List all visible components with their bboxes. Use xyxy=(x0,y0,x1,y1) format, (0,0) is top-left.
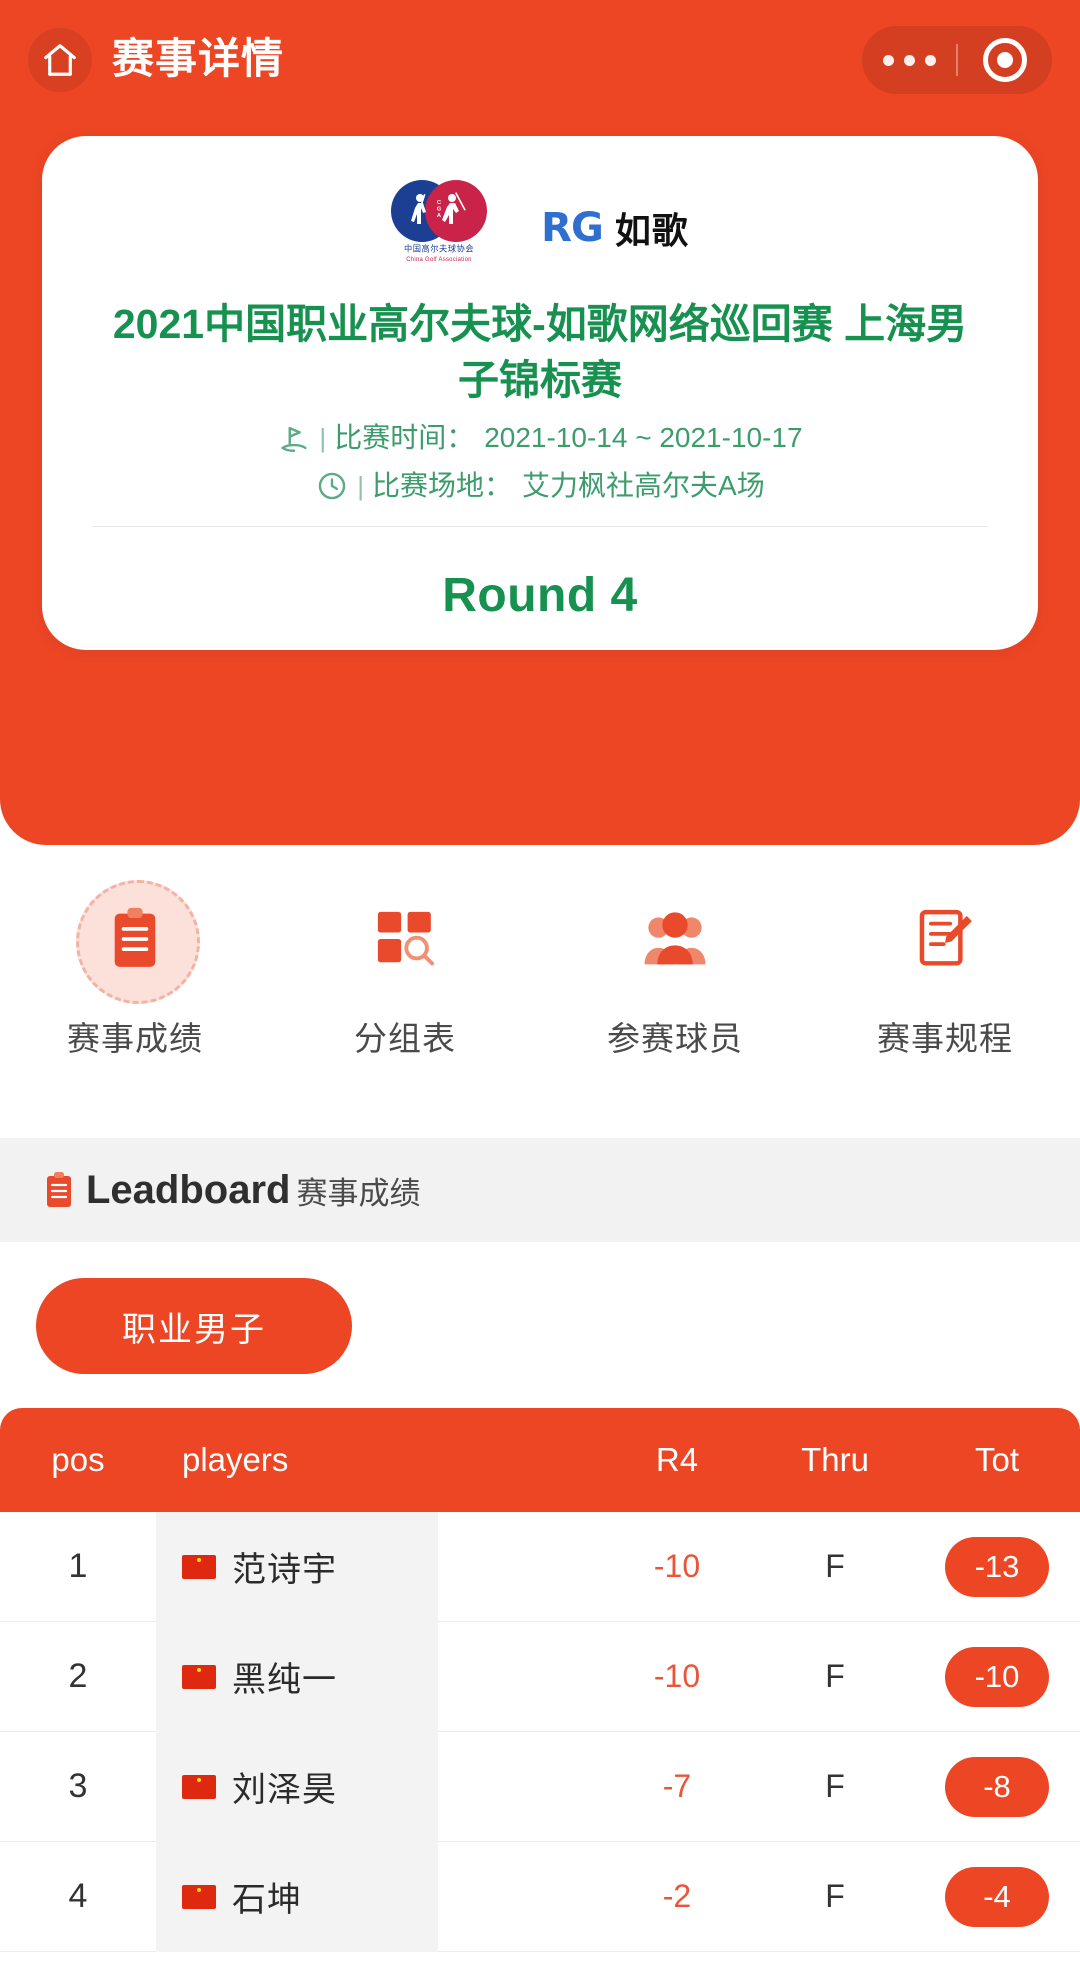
cn-flag-icon xyxy=(182,1664,216,1689)
wechat-capsule[interactable] xyxy=(862,26,1052,94)
page-title: 赛事详情 xyxy=(112,35,285,82)
svg-text:C: C xyxy=(437,200,442,206)
menu-label-players: 参赛球员 xyxy=(607,1020,743,1057)
rg-mark: RG xyxy=(541,205,604,251)
navbar: 赛事详情 xyxy=(0,0,1080,120)
cell-pos: 1 xyxy=(68,1547,88,1585)
clipboard-icon xyxy=(47,1172,71,1207)
home-icon xyxy=(41,41,79,79)
cell-tot-badge: -13 xyxy=(945,1536,1049,1597)
svg-text:G: G xyxy=(437,206,442,212)
tournament-meta: | 比赛时间： 2021-10-14 ~ 2021-10-17 | 比赛场地： … xyxy=(42,414,1038,510)
cell-r4: -10 xyxy=(653,1548,701,1584)
clock-icon xyxy=(319,472,346,500)
table-row[interactable]: 2 黑纯一 -10 F -10 xyxy=(0,1621,1080,1732)
cell-thru: F xyxy=(825,1878,845,1914)
cell-thru: F xyxy=(825,1548,845,1584)
menu-item-rules[interactable]: 赛事规程 xyxy=(810,880,1080,1080)
menu-item-players[interactable]: 参赛球员 xyxy=(540,880,810,1080)
meta-value-date: 2021-10-14 ~ 2021-10-17 xyxy=(484,422,803,453)
cell-player: 范诗宇 xyxy=(156,1511,438,1622)
people-icon xyxy=(644,912,706,965)
ellipsis-icon[interactable] xyxy=(862,54,956,66)
player-name: 刘泽昊 xyxy=(232,1771,337,1809)
round-label: Round 4 xyxy=(442,569,638,622)
cell-tot-badge: -8 xyxy=(945,1756,1049,1817)
cell-tot-badge: -4 xyxy=(945,1866,1049,1927)
cga-logo: C G A 中国高尔夫球协会 China Golf Association xyxy=(391,180,488,276)
cell-r4: -10 xyxy=(653,1658,701,1694)
cga-letters: C G A xyxy=(437,200,442,219)
cell-pos: 2 xyxy=(68,1657,88,1695)
cn-flag-icon xyxy=(182,1554,216,1579)
rg-logo: RG 如歌 xyxy=(541,202,689,254)
table-header-row: pos players R4 Thru Tot xyxy=(0,1408,1080,1512)
golf-flag-icon xyxy=(281,426,307,452)
quick-menu: 赛事成绩 分组表 参赛球员 赛事规程 xyxy=(0,880,1080,1080)
cn-flag-icon xyxy=(182,1774,216,1799)
home-button[interactable] xyxy=(28,28,92,92)
meta-label-venue: 比赛场地： xyxy=(372,470,513,501)
menu-label-groups: 分组表 xyxy=(354,1020,456,1057)
cell-thru: F xyxy=(825,1768,845,1804)
cell-player: 刘泽昊 xyxy=(156,1731,438,1842)
meta-row-venue: | 比赛场地： 艾力枫社高尔夫A场 xyxy=(42,462,1038,510)
meta-separator: | xyxy=(319,423,327,453)
column-header-players: players xyxy=(182,1441,289,1478)
cn-flag-icon xyxy=(182,1884,216,1909)
tournament-card: C G A 中国高尔夫球协会 China Golf Association RG… xyxy=(42,136,1038,650)
cell-player: 黑纯一 xyxy=(156,1621,438,1732)
section-title-cn: 赛事成绩 xyxy=(296,1175,421,1211)
rg-name-cn: 如歌 xyxy=(614,210,689,251)
cell-pos: 4 xyxy=(68,1877,88,1915)
document-pencil-icon xyxy=(919,909,972,966)
target-circle-icon[interactable] xyxy=(958,38,1052,82)
tournament-title: 2021中国职业高尔夫球-如歌网络巡回赛 上海男子锦标赛 xyxy=(112,301,968,403)
meta-separator-2: | xyxy=(357,471,365,501)
leaderboard-section-header: Leadboard 赛事成绩 xyxy=(0,1138,1080,1242)
svg-text:A: A xyxy=(437,213,442,219)
table-row[interactable]: 4 石坤 -2 F -4 xyxy=(0,1841,1080,1952)
table-row[interactable]: 1 范诗宇 -10 F -13 xyxy=(0,1511,1080,1622)
menu-label-rules: 赛事规程 xyxy=(877,1020,1013,1057)
cell-r4: -7 xyxy=(662,1768,692,1804)
card-divider xyxy=(92,526,988,527)
cell-thru: F xyxy=(825,1658,845,1694)
meta-label-date: 比赛时间： xyxy=(334,422,475,453)
cga-name-en: China Golf Association xyxy=(406,256,472,263)
grid-search-icon xyxy=(377,911,435,966)
player-name: 石坤 xyxy=(232,1881,302,1919)
leaderboard-table: pos players R4 Thru Tot 1 范诗宇 -10 F -13 … xyxy=(0,1408,1080,1952)
menu-item-groups[interactable]: 分组表 xyxy=(270,880,540,1080)
section-title-en: Leadboard xyxy=(86,1167,291,1212)
cell-r4: -2 xyxy=(662,1878,692,1914)
player-name: 范诗宇 xyxy=(232,1551,337,1589)
menu-item-scores[interactable]: 赛事成绩 xyxy=(0,880,270,1080)
category-tab-pro-men[interactable]: 职业男子 xyxy=(36,1278,352,1374)
logo-row: C G A 中国高尔夫球协会 China Golf Association RG… xyxy=(42,180,1038,276)
player-name: 黑纯一 xyxy=(232,1661,337,1699)
cell-pos: 3 xyxy=(68,1767,88,1805)
cga-name-cn: 中国高尔夫球协会 xyxy=(404,244,475,254)
menu-label-scores: 赛事成绩 xyxy=(67,1020,203,1057)
column-header-tot: Tot xyxy=(974,1441,1020,1478)
category-tab-row: 职业男子 xyxy=(0,1278,1080,1388)
table-row[interactable]: 3 刘泽昊 -7 F -8 xyxy=(0,1731,1080,1842)
meta-value-venue: 艾力枫社高尔夫A场 xyxy=(522,470,765,501)
cell-player: 石坤 xyxy=(156,1841,438,1952)
column-header-thru: Thru xyxy=(801,1441,869,1478)
clipboard-icon xyxy=(114,907,156,967)
hero-header: 赛事详情 C G A 中国高尔夫球协会 China Golf Associati… xyxy=(0,0,1080,845)
column-header-r4: R4 xyxy=(655,1441,699,1478)
meta-row-date: | 比赛时间： 2021-10-14 ~ 2021-10-17 xyxy=(42,414,1038,462)
cell-tot-badge: -10 xyxy=(945,1646,1049,1707)
column-header-pos: pos xyxy=(51,1441,105,1478)
